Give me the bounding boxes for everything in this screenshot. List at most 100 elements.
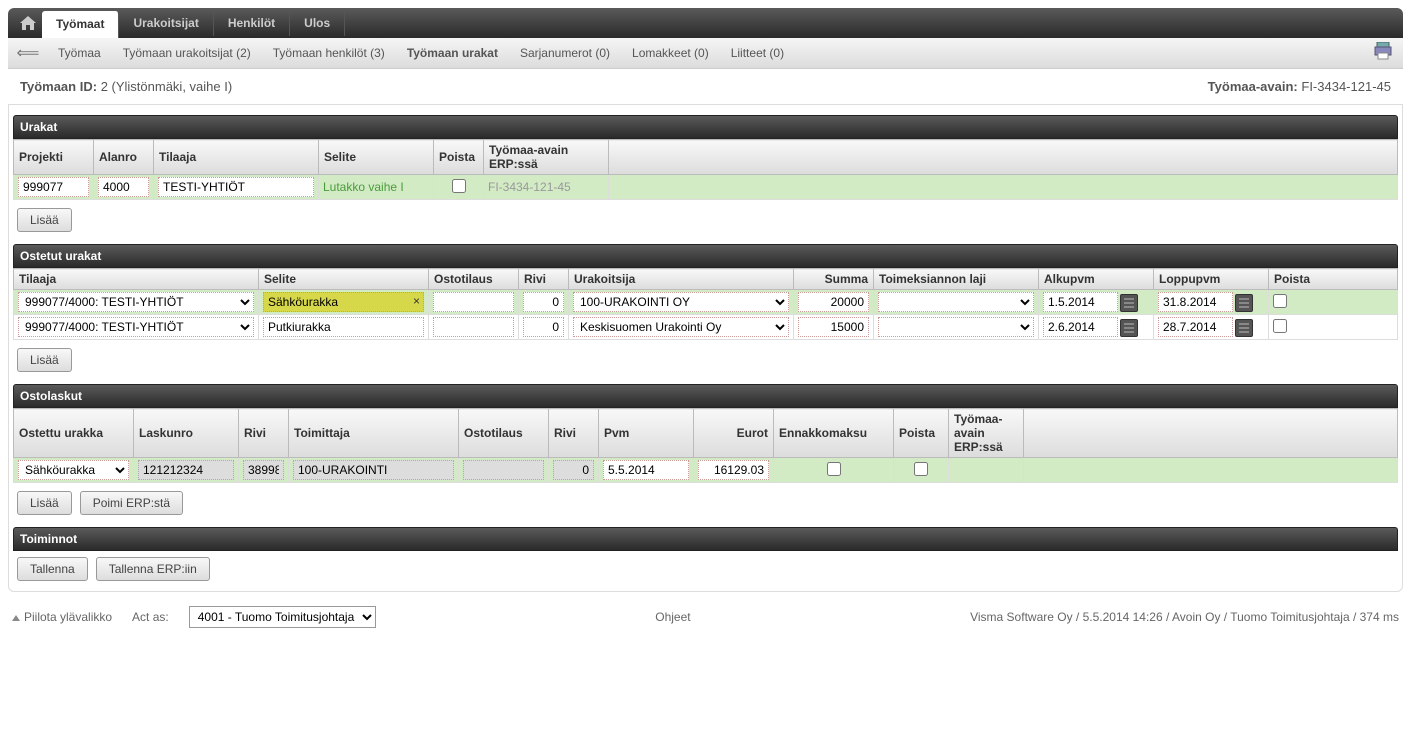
tab-ulos[interactable]: Ulos <box>290 10 345 36</box>
th-tilaaja: Tilaaja <box>154 140 319 175</box>
urakat-add-button[interactable]: Lisää <box>17 208 72 232</box>
tab-urakoitsijat[interactable]: Urakoitsijat <box>119 10 213 36</box>
key-value: FI-3434-121-45 <box>1301 79 1391 94</box>
o-poista-checkbox[interactable] <box>1273 294 1287 308</box>
l-rivi-input <box>243 460 284 480</box>
act-as-select[interactable]: 4001 - Tuomo Toimitusjohtaja <box>189 606 376 628</box>
l-rivi2-input <box>553 460 594 480</box>
subtab-henkilot[interactable]: Työmaan henkilöt (3) <box>271 42 387 64</box>
tab-tyomaat[interactable]: Työmaat <box>42 11 119 39</box>
alanro-input[interactable] <box>98 177 149 197</box>
th-l-rivi: Rivi <box>239 409 289 458</box>
l-eurot-input[interactable] <box>698 460 769 480</box>
o-summa-input[interactable] <box>798 317 869 337</box>
ostolaskut-add-button[interactable]: Lisää <box>17 491 72 515</box>
th-l-ennakko: Ennakkomaksu <box>774 409 894 458</box>
erp-cell: FI-3434-121-45 <box>484 175 609 200</box>
o-loppupvm-input[interactable] <box>1158 292 1233 312</box>
projekti-input[interactable] <box>18 177 89 197</box>
subtab-urakat[interactable]: Työmaan urakat <box>405 42 500 64</box>
selite-cell: Lutakko vaihe I <box>319 175 434 200</box>
o-loppupvm-input[interactable] <box>1158 317 1233 337</box>
ostolaskut-erp-button[interactable]: Poimi ERP:stä <box>80 491 183 515</box>
o-alkupvm-input[interactable] <box>1043 292 1118 312</box>
calendar-icon[interactable] <box>1120 294 1138 312</box>
th-poista: Poista <box>434 140 484 175</box>
o-urakoitsija-select[interactable]: 100-URAKOINTI OY <box>573 292 789 312</box>
o-laji-select[interactable] <box>878 292 1034 312</box>
o-alkupvm-input[interactable] <box>1043 317 1118 337</box>
save-erp-button[interactable]: Tallenna ERP:iin <box>96 557 210 581</box>
ostetut-table: Tilaaja Selite Ostotilaus Rivi Urakoitsi… <box>13 268 1398 340</box>
o-summa-input[interactable] <box>798 292 869 312</box>
th-o-poista: Poista <box>1269 269 1398 290</box>
o-ostotilaus-input[interactable] <box>433 317 514 337</box>
th-projekti: Projekti <box>14 140 94 175</box>
th-selite: Selite <box>319 140 434 175</box>
o-poista-checkbox[interactable] <box>1273 319 1287 333</box>
clear-icon[interactable]: × <box>413 294 420 308</box>
act-as-label: Act as: <box>132 610 169 624</box>
ostetut-header: Ostetut urakat <box>13 244 1398 268</box>
ostolaskut-table: Ostettu urakka Laskunro Rivi Toimittaja … <box>13 408 1398 483</box>
id-label: Työmaan ID: <box>20 79 97 94</box>
key-label: Työmaa-avain: <box>1208 79 1298 94</box>
urakat-row: Lutakko vaihe I FI-3434-121-45 <box>14 175 1398 200</box>
main-nav: Työmaat Urakoitsijat Henkilöt Ulos <box>8 8 1403 38</box>
l-ostettu-select[interactable]: Sähköurakka <box>18 460 129 480</box>
tilaaja-input[interactable] <box>158 177 314 197</box>
th-alanro: Alanro <box>94 140 154 175</box>
l-ennakko-checkbox[interactable] <box>827 462 841 476</box>
id-value: 2 (Ylistönmäki, vaihe I) <box>101 79 233 94</box>
l-poista-checkbox[interactable] <box>914 462 928 476</box>
th-l-toimittaja: Toimittaja <box>289 409 459 458</box>
toiminnot-header: Toiminnot <box>13 527 1398 551</box>
th-erp: Työmaa-avain ERP:ssä <box>484 140 609 175</box>
o-ostotilaus-input[interactable] <box>433 292 514 312</box>
th-o-rivi: Rivi <box>519 269 569 290</box>
th-l-ostotilaus: Ostotilaus <box>459 409 549 458</box>
o-tilaaja-select[interactable]: 999077/4000: TESTI-YHTIÖT <box>18 317 254 337</box>
th-l-rivi2: Rivi <box>549 409 599 458</box>
th-o-ostotilaus: Ostotilaus <box>429 269 519 290</box>
th-o-tilaaja: Tilaaja <box>14 269 259 290</box>
poista-checkbox[interactable] <box>452 179 466 193</box>
ostetut-add-button[interactable]: Lisää <box>17 348 72 372</box>
hide-topmenu-link[interactable]: Piilota ylävalikko <box>12 610 112 624</box>
subtab-urakoitsijat[interactable]: Työmaan urakoitsijat (2) <box>121 42 253 64</box>
ostolaskut-row: Sähköurakka <box>14 458 1398 483</box>
id-bar: Työmaan ID: 2 (Ylistönmäki, vaihe I) Työ… <box>8 68 1403 104</box>
l-laskunro-input <box>138 460 234 480</box>
l-pvm-input[interactable] <box>603 460 689 480</box>
subtab-sarjanumerot[interactable]: Sarjanumerot (0) <box>518 42 612 64</box>
calendar-icon[interactable] <box>1235 294 1253 312</box>
o-selite-input[interactable] <box>263 292 424 312</box>
o-rivi-input[interactable] <box>523 317 564 337</box>
back-icon[interactable]: ⟸ <box>18 43 38 63</box>
th-l-laskunro: Laskunro <box>134 409 239 458</box>
home-icon[interactable] <box>14 11 42 35</box>
th-l-pvm: Pvm <box>599 409 694 458</box>
l-ostotilaus-input <box>463 460 544 480</box>
th-o-summa: Summa <box>794 269 874 290</box>
save-button[interactable]: Tallenna <box>17 557 88 581</box>
ohjeet-link[interactable]: Ohjeet <box>396 610 950 624</box>
tab-henkilot[interactable]: Henkilöt <box>214 10 290 36</box>
subtab-lomakkeet[interactable]: Lomakkeet (0) <box>630 42 711 64</box>
o-rivi-input[interactable] <box>523 292 564 312</box>
o-laji-select[interactable] <box>878 317 1034 337</box>
print-icon[interactable] <box>1373 42 1393 60</box>
calendar-icon[interactable] <box>1120 319 1138 337</box>
calendar-icon[interactable] <box>1235 319 1253 337</box>
subtab-tyomaa[interactable]: Työmaa <box>56 42 103 64</box>
th-l-eurot: Eurot <box>694 409 774 458</box>
o-tilaaja-select[interactable]: 999077/4000: TESTI-YHTIÖT <box>18 292 254 312</box>
footer-status: Visma Software Oy / 5.5.2014 14:26 / Avo… <box>970 610 1399 624</box>
o-selite-input[interactable] <box>263 317 424 337</box>
triangle-icon <box>12 615 20 621</box>
urakat-table: Projekti Alanro Tilaaja Selite Poista Ty… <box>13 139 1398 200</box>
ostetut-row: 999077/4000: TESTI-YHTIÖT × 100-URAKOINT… <box>14 290 1398 315</box>
sub-nav: ⟸ Työmaa Työmaan urakoitsijat (2) Työmaa… <box>8 38 1403 68</box>
subtab-liitteet[interactable]: Liitteet (0) <box>729 42 786 64</box>
o-urakoitsija-select[interactable]: Keskisuomen Urakointi Oy <box>573 317 789 337</box>
